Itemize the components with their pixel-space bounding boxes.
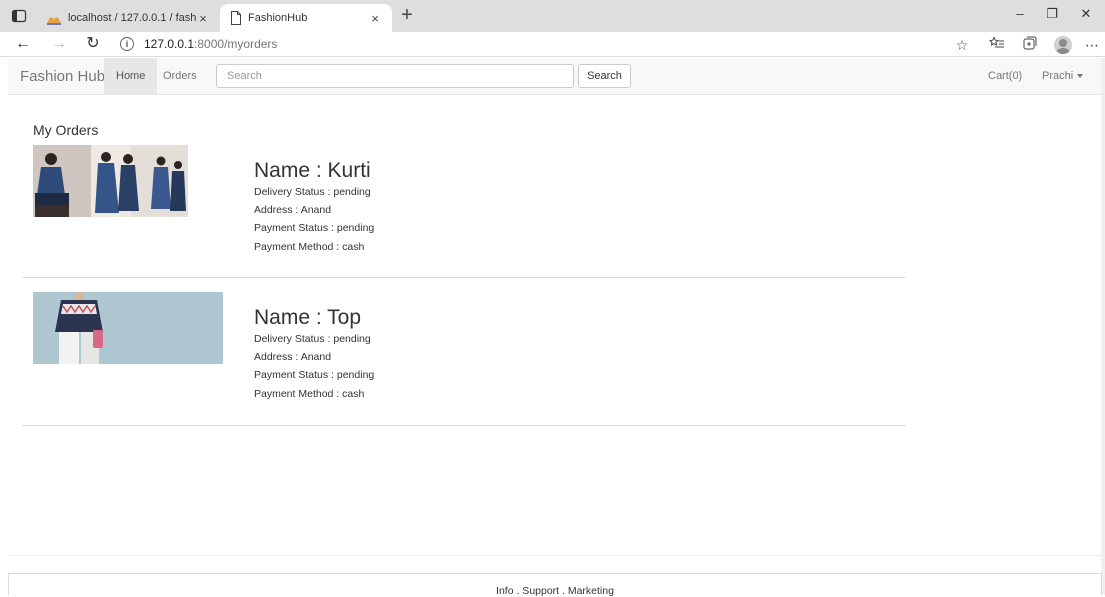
footer-links[interactable]: Info . Support . Marketing xyxy=(496,585,614,597)
delivery-status: Delivery Status : pending xyxy=(254,186,371,198)
phpmyadmin-favicon xyxy=(47,17,61,25)
tab-fashionhub[interactable]: FashionHub × xyxy=(220,4,392,32)
url-path: :8000/myorders xyxy=(194,37,278,51)
site-info-icon[interactable]: i xyxy=(120,37,134,51)
scrollbar[interactable] xyxy=(1101,58,1105,595)
kurti-product-image xyxy=(33,145,188,217)
brand-logo[interactable]: Fashion Hub xyxy=(20,68,105,85)
order-card: Name : Kurti Delivery Status : pending A… xyxy=(22,145,906,278)
tab-title: localhost / 127.0.0.1 / fashionhub xyxy=(68,12,196,24)
favorites-icon[interactable] xyxy=(986,35,1008,55)
payment-status: Payment Status : pending xyxy=(254,222,375,235)
order-card: Name : Top Delivery Status : pending Add… xyxy=(22,292,906,426)
footer-divider xyxy=(8,555,1102,556)
site-navbar: Fashion Hub Home Orders Search Search Ca… xyxy=(8,58,1102,95)
order-details: Name : Kurti Delivery Status : pending A… xyxy=(254,159,374,256)
search-input[interactable]: Search xyxy=(216,64,574,88)
more-icon[interactable]: ⋯ xyxy=(1081,35,1103,55)
payment-method: Payment Method : cash xyxy=(254,387,365,400)
browser-tab-strip: localhost / 127.0.0.1 / fashionhub × Fas… xyxy=(0,0,1105,32)
tab-close-icon[interactable]: × xyxy=(196,11,210,26)
delivery-status: Delivery Status : pending xyxy=(254,333,371,345)
maximize-button[interactable]: ❐ xyxy=(1038,6,1066,22)
search-button[interactable]: Search xyxy=(578,64,631,88)
order-address: Address : Anand xyxy=(254,351,332,364)
footer: Info . Support . Marketing xyxy=(8,573,1102,597)
page-document-icon xyxy=(231,11,241,25)
collections-icon[interactable] xyxy=(1019,35,1041,55)
reload-button[interactable]: ↻ xyxy=(82,34,104,54)
top-product-image xyxy=(33,292,223,364)
payment-status: Payment Status : pending xyxy=(254,369,375,382)
order-address: Address : Anand xyxy=(254,204,332,217)
close-window-button[interactable]: ✕ xyxy=(1072,6,1100,22)
order-details: Name : Top Delivery Status : pending Add… xyxy=(254,306,374,403)
cart-link[interactable]: Cart(0) xyxy=(988,58,1022,94)
forward-button[interactable]: → xyxy=(48,34,70,54)
page-title: My Orders xyxy=(33,122,99,138)
order-name: Name : Kurti xyxy=(254,159,371,182)
user-dropdown[interactable]: Prachi xyxy=(1042,58,1084,94)
nav-home[interactable]: Home xyxy=(104,58,158,94)
caret-down-icon xyxy=(1077,74,1084,79)
back-button[interactable]: ← xyxy=(12,34,34,54)
user-name: Prachi xyxy=(1042,70,1074,82)
payment-method: Payment Method : cash xyxy=(254,240,365,253)
address-bar: ← → ↻ i 127.0.0.1:8000/myorders ☆ ⋯ xyxy=(0,32,1105,57)
tab-actions-icon[interactable] xyxy=(10,7,28,25)
nav-orders[interactable]: Orders xyxy=(151,58,209,94)
tab-phpmyadmin[interactable]: localhost / 127.0.0.1 / fashionhub × xyxy=(36,4,220,32)
minimize-button[interactable]: – xyxy=(1006,6,1034,21)
url-host: 127.0.0.1 xyxy=(144,37,195,51)
add-favorite-icon[interactable]: ☆ xyxy=(951,35,973,55)
tab-title: FashionHub xyxy=(248,12,308,24)
url-field[interactable]: 127.0.0.1:8000/myorders xyxy=(144,37,277,51)
order-name: Name : Top xyxy=(254,306,361,329)
new-tab-button[interactable]: + xyxy=(396,5,418,25)
profile-icon[interactable] xyxy=(1054,36,1072,54)
tab-close-icon[interactable]: × xyxy=(368,11,382,26)
